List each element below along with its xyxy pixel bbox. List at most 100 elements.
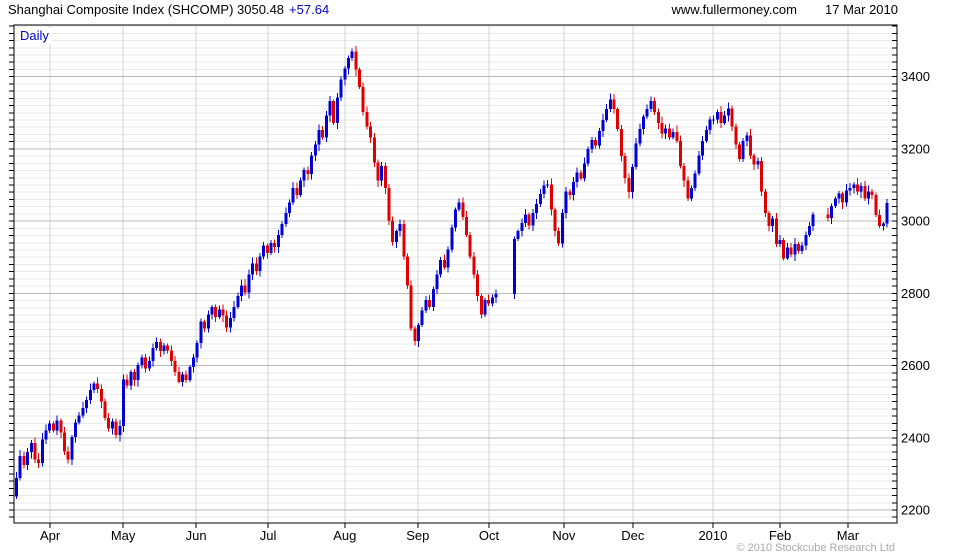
candle-body <box>852 184 856 188</box>
x-axis-labels: Apr May Jun Jul Aug Sep Oct Nov Dec 2010 Feb Mar <box>40 528 860 543</box>
candle-body <box>686 180 690 199</box>
candle-body <box>712 119 716 121</box>
candle-body <box>708 119 712 131</box>
candle-body <box>140 357 144 365</box>
candle-body <box>335 97 339 123</box>
candle-body <box>151 348 155 362</box>
candle-body <box>664 128 668 134</box>
candle-body <box>96 383 100 390</box>
x-axis-label: Sep <box>406 528 429 543</box>
candle-body <box>339 79 343 98</box>
candle-body <box>350 51 354 58</box>
candle-body <box>70 437 74 460</box>
candle-body <box>737 144 741 159</box>
candle-body <box>490 297 494 304</box>
candle-body <box>778 240 782 244</box>
candle-body <box>723 115 727 123</box>
candle-body <box>804 234 808 246</box>
candle-body <box>129 372 133 386</box>
candle-body <box>808 225 812 235</box>
candle-body <box>660 122 664 134</box>
candle-body <box>358 69 362 87</box>
candle-body <box>166 345 170 351</box>
candle-body <box>299 180 303 196</box>
candle-body <box>881 223 885 226</box>
candle-body <box>417 325 421 341</box>
candle-body <box>210 307 214 315</box>
y-axis-label: 2600 <box>901 358 930 373</box>
candle-body <box>793 243 797 255</box>
candle-body <box>387 187 391 221</box>
candle-body <box>29 443 33 453</box>
candle-body <box>734 126 738 145</box>
x-axis-label: Dec <box>621 528 645 543</box>
candle-body <box>258 256 262 271</box>
candle-body <box>420 310 424 326</box>
candle-body <box>158 342 162 352</box>
candle-body <box>302 169 306 181</box>
x-axis-label: Oct <box>479 528 500 543</box>
candle-body <box>745 135 749 141</box>
candle-body <box>431 288 435 308</box>
candle-body <box>619 129 623 157</box>
candle-body <box>575 172 579 183</box>
candle-body <box>487 299 491 304</box>
candle-body <box>560 213 564 244</box>
candle-body <box>472 256 476 275</box>
candle-body <box>730 108 734 127</box>
candle-body <box>638 129 642 144</box>
candle-body <box>483 299 487 315</box>
candle-body <box>328 101 332 116</box>
candle-body <box>37 459 41 464</box>
candle-body <box>701 140 705 156</box>
candle-body <box>428 299 432 308</box>
candle-body <box>280 223 284 235</box>
candle-body <box>546 184 550 186</box>
candle-body <box>885 202 889 224</box>
candle-body <box>571 182 575 196</box>
candle-body <box>623 156 627 178</box>
candle-body <box>103 401 107 418</box>
candle-body <box>830 205 834 219</box>
candle-body <box>313 144 317 156</box>
candle-body <box>704 130 708 141</box>
candle-body <box>380 166 384 181</box>
candle-body <box>133 372 137 380</box>
candle-body <box>583 163 587 179</box>
x-axis-label: Jun <box>186 528 207 543</box>
candle-body <box>92 383 96 391</box>
candle-body <box>468 234 472 257</box>
candle-body <box>424 299 428 311</box>
candle-body <box>18 455 22 479</box>
candle-body <box>767 213 771 226</box>
candle-body <box>512 239 516 295</box>
candle-body <box>653 101 657 113</box>
candle-body <box>81 408 85 416</box>
candle-body <box>192 357 196 367</box>
candle-body <box>66 451 70 460</box>
candle-body <box>147 361 151 369</box>
candle-body <box>826 214 830 219</box>
candle-body <box>461 202 465 217</box>
candle-body <box>749 135 753 156</box>
candle-body <box>62 432 66 452</box>
candle-body <box>343 68 347 80</box>
candle-body <box>254 263 258 271</box>
candle-body <box>568 191 572 196</box>
candle-body <box>110 421 114 429</box>
candle-body <box>616 109 620 130</box>
candle-body <box>867 191 871 199</box>
candle-body <box>697 155 701 174</box>
candle-body <box>310 155 314 175</box>
candle-body <box>771 218 775 226</box>
candle-body <box>214 307 218 317</box>
candle-body <box>450 227 454 250</box>
price-gridlines-minor <box>14 25 897 518</box>
candle-body <box>564 191 568 214</box>
x-axis-label: Nov <box>552 528 576 543</box>
candle-body <box>442 260 446 268</box>
candle-body <box>597 130 601 146</box>
candle-body <box>26 452 30 465</box>
candle-body <box>346 57 350 69</box>
candle-body <box>789 247 793 255</box>
